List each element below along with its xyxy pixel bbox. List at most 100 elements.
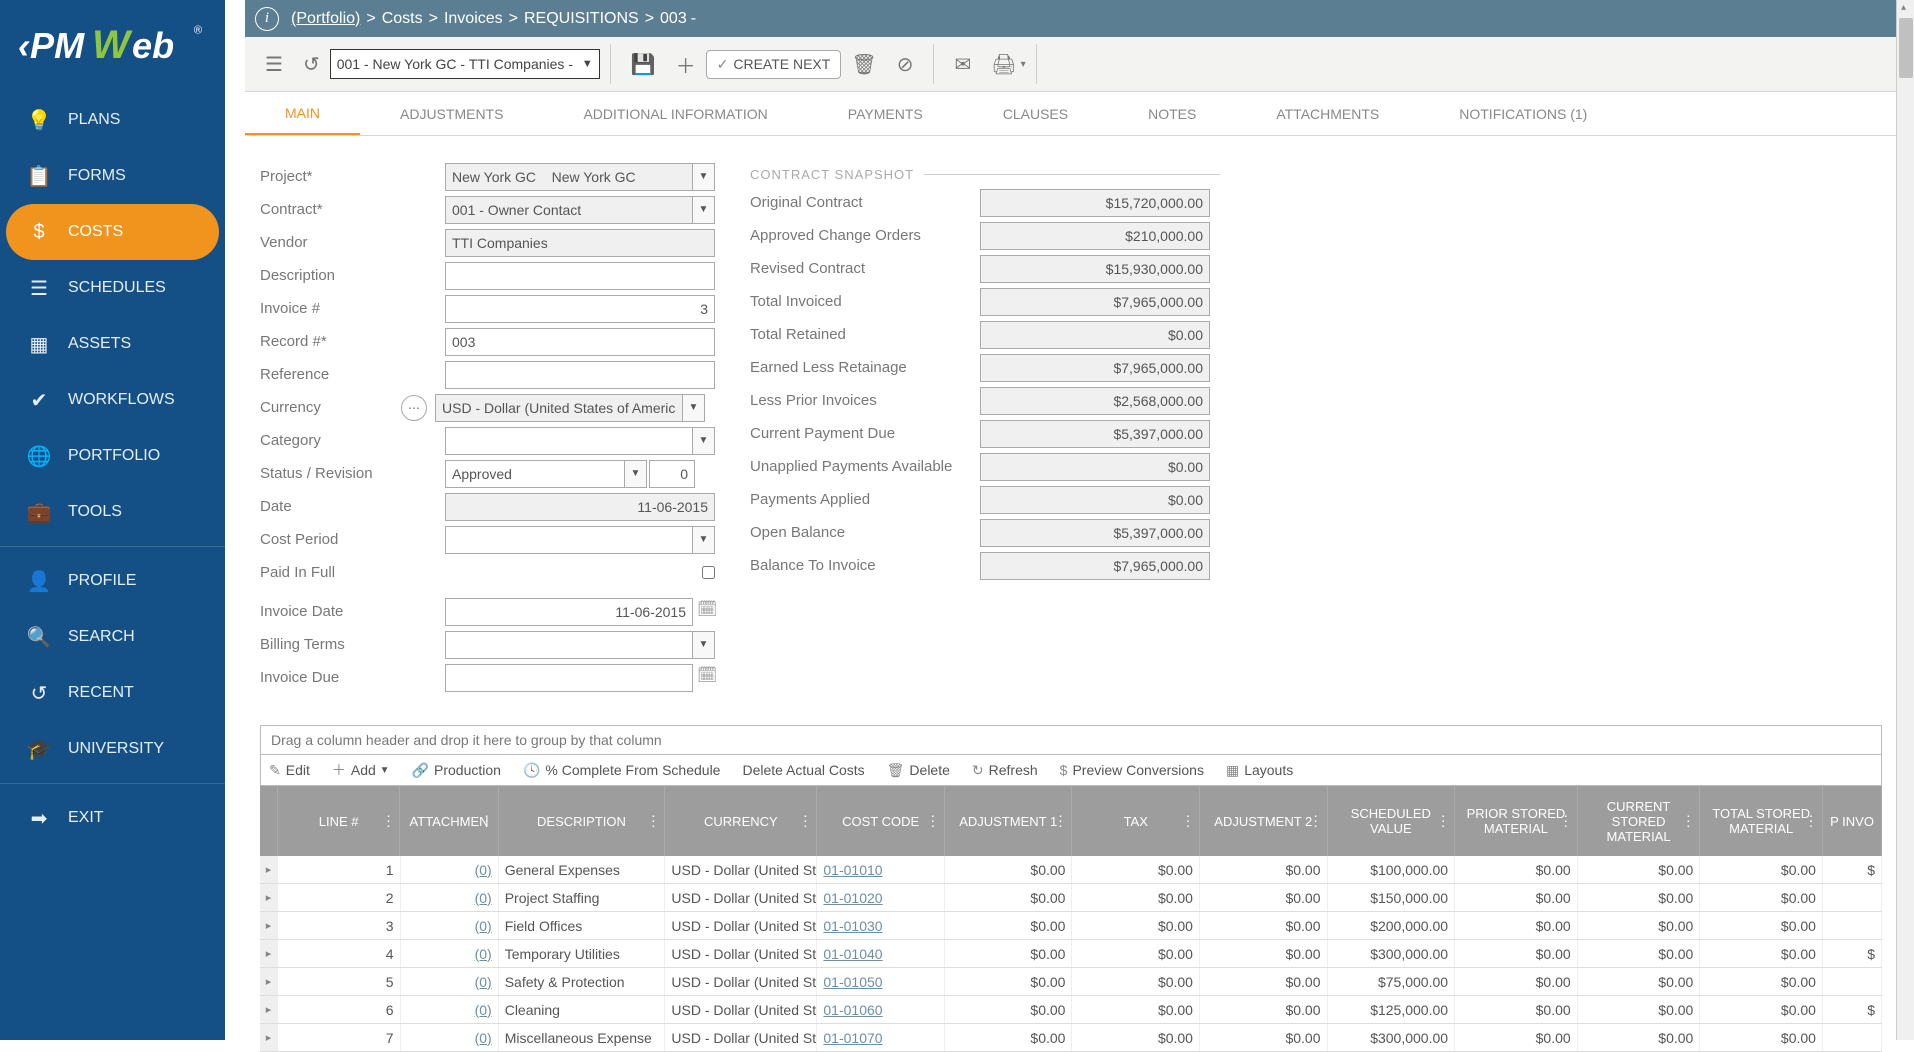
sidebar-item-forms[interactable]: 📋FORMS — [6, 148, 219, 204]
cell-attachments[interactable]: (0) — [401, 912, 499, 939]
col-scheduled-value[interactable]: SCHEDULED VALUE⋮ — [1328, 786, 1456, 856]
table-row[interactable]: ▸6(0)CleaningUSD - Dollar (United Sta01-… — [260, 996, 1882, 1024]
contract-field[interactable] — [445, 196, 693, 224]
date-field[interactable] — [445, 493, 715, 521]
cell-costcode[interactable]: 01-01020 — [817, 884, 945, 911]
cell-costcode[interactable]: 01-01070 — [817, 1024, 945, 1051]
record-number-field[interactable] — [445, 328, 715, 356]
table-row[interactable]: ▸2(0)Project StaffingUSD - Dollar (Unite… — [260, 884, 1882, 912]
row-expand[interactable]: ▸ — [260, 996, 278, 1023]
record-selector[interactable]: 001 - New York GC - TTI Companies -▼ — [330, 49, 600, 79]
breadcrumb-portfolio[interactable]: (Portfolio) — [291, 10, 360, 28]
cell-attachments[interactable]: (0) — [401, 856, 499, 883]
table-row[interactable]: ▸4(0)Temporary UtilitiesUSD - Dollar (Un… — [260, 940, 1882, 968]
breadcrumb-requisitions[interactable]: REQUISITIONS — [524, 10, 639, 28]
trash-icon[interactable]: 🗑 — [851, 52, 876, 77]
breadcrumb-invoices[interactable]: Invoices — [444, 10, 503, 28]
row-expand[interactable]: ▸ — [260, 1024, 278, 1051]
table-row[interactable]: ▸7(0)Miscellaneous ExpenseUSD - Dollar (… — [260, 1024, 1882, 1052]
col-prior-stored[interactable]: PRIOR STORED MATERIAL⋮ — [1455, 786, 1578, 856]
list-icon[interactable]: ☰ — [265, 52, 283, 77]
col-current-stored[interactable]: CURRENT STORED MATERIAL⋮ — [1578, 786, 1701, 856]
status-field[interactable] — [445, 460, 625, 488]
sidebar-item-workflows[interactable]: ✔WORKFLOWS — [6, 372, 219, 428]
tab-main[interactable]: MAIN — [245, 92, 360, 135]
table-row[interactable]: ▸1(0)General ExpensesUSD - Dollar (Unite… — [260, 856, 1882, 884]
edit-button[interactable]: ✎Edit — [269, 762, 310, 779]
tab-payments[interactable]: PAYMENTS — [808, 92, 963, 135]
chevron-down-icon[interactable]: ▼ — [693, 163, 715, 191]
refresh-button[interactable]: ↻Refresh — [972, 762, 1038, 779]
print-icon[interactable]: 🖨 — [991, 52, 1016, 77]
chevron-down-icon[interactable]: ▼ — [693, 526, 715, 554]
cell-costcode[interactable]: 01-01060 — [817, 996, 945, 1023]
billing-terms-field[interactable] — [445, 631, 693, 659]
sidebar-item-recent[interactable]: ↺RECENT — [6, 665, 219, 721]
sidebar-item-portfolio[interactable]: 🌐PORTFOLIO — [6, 428, 219, 484]
pct-complete-button[interactable]: 🕓% Complete From Schedule — [523, 762, 721, 779]
col-line[interactable]: LINE #⋮ — [278, 786, 401, 856]
col-p-invo[interactable]: P INVO — [1823, 786, 1882, 856]
currency-more-icon[interactable]: ⋯ — [401, 395, 427, 421]
tab-notifications[interactable]: NOTIFICATIONS (1) — [1419, 92, 1627, 135]
cell-attachments[interactable]: (0) — [401, 884, 499, 911]
row-expand[interactable]: ▸ — [260, 884, 278, 911]
cost-period-field[interactable] — [445, 526, 693, 554]
row-expand[interactable]: ▸ — [260, 940, 278, 967]
paid-in-full-checkbox[interactable] — [702, 566, 715, 579]
delete-actual-button[interactable]: Delete Actual Costs — [742, 762, 864, 778]
calendar-icon[interactable]: 🗓 — [697, 665, 719, 691]
cell-costcode[interactable]: 01-01050 — [817, 968, 945, 995]
sidebar-item-profile[interactable]: 👤PROFILE — [6, 553, 219, 609]
sidebar-item-plans[interactable]: 💡PLANS — [6, 92, 219, 148]
col-currency[interactable]: CURRENCY⋮ — [665, 786, 817, 856]
reference-field[interactable] — [445, 361, 715, 389]
description-field[interactable] — [445, 262, 715, 290]
chevron-down-icon[interactable]: ▼ — [693, 631, 715, 659]
production-button[interactable]: 🔗Production — [412, 762, 501, 779]
project-field[interactable] — [445, 163, 693, 191]
table-row[interactable]: ▸5(0)Safety & ProtectionUSD - Dollar (Un… — [260, 968, 1882, 996]
tab-notes[interactable]: NOTES — [1108, 92, 1236, 135]
col-adjustment1[interactable]: ADJUSTMENT 1⋮ — [945, 786, 1073, 856]
sidebar-item-assets[interactable]: ▦ASSETS — [6, 316, 219, 372]
chevron-down-icon[interactable]: ▼ — [683, 394, 705, 422]
preview-conversions-button[interactable]: $Preview Conversions — [1060, 762, 1204, 778]
tab-additional-information[interactable]: ADDITIONAL INFORMATION — [543, 92, 807, 135]
layouts-button[interactable]: ▦Layouts — [1226, 762, 1293, 779]
cell-costcode[interactable]: 01-01030 — [817, 912, 945, 939]
sidebar-item-costs[interactable]: $COSTS — [6, 204, 219, 260]
cell-attachments[interactable]: (0) — [401, 968, 499, 995]
row-expand[interactable]: ▸ — [260, 968, 278, 995]
calendar-icon[interactable]: 🗓 — [697, 599, 719, 625]
chevron-down-icon[interactable]: ▼ — [693, 196, 715, 224]
scroll-thumb[interactable] — [1899, 18, 1913, 78]
group-bar[interactable]: Drag a column header and drop it here to… — [260, 725, 1882, 755]
tab-clauses[interactable]: CLAUSES — [963, 92, 1108, 135]
invoice-date-field[interactable] — [445, 598, 693, 626]
cell-attachments[interactable]: (0) — [401, 1024, 499, 1051]
history-icon[interactable]: ↺ — [303, 52, 320, 77]
scrollbar[interactable] — [1896, 0, 1914, 1040]
chevron-down-icon[interactable]: ▼ — [625, 460, 647, 488]
col-description[interactable]: DESCRIPTION⋮ — [499, 786, 666, 856]
vendor-field[interactable] — [445, 229, 715, 257]
cell-costcode[interactable]: 01-01010 — [817, 856, 945, 883]
currency-field[interactable] — [435, 394, 683, 422]
col-tax[interactable]: TAX⋮ — [1072, 786, 1200, 856]
cell-attachments[interactable]: (0) — [401, 996, 499, 1023]
breadcrumb-costs[interactable]: Costs — [382, 10, 423, 28]
add-icon[interactable]: ＋ — [676, 50, 696, 79]
sidebar-item-university[interactable]: 🎓UNIVERSITY — [6, 721, 219, 777]
mail-icon[interactable]: ✉ — [954, 52, 971, 77]
cell-attachments[interactable]: (0) — [401, 940, 499, 967]
col-adjustment2[interactable]: ADJUSTMENT 2⋮ — [1200, 786, 1328, 856]
add-button[interactable]: ＋Add ▼ — [332, 760, 390, 780]
col-attachments[interactable]: ATTACHMEN⋮ — [400, 786, 498, 856]
sidebar-item-schedules[interactable]: ☰SCHEDULES — [6, 260, 219, 316]
chevron-down-icon[interactable]: ▼ — [693, 427, 715, 455]
invoice-due-field[interactable] — [445, 664, 693, 692]
row-expand[interactable]: ▸ — [260, 856, 278, 883]
info-icon[interactable]: i — [255, 7, 279, 31]
delete-button[interactable]: 🗑Delete — [887, 762, 950, 779]
